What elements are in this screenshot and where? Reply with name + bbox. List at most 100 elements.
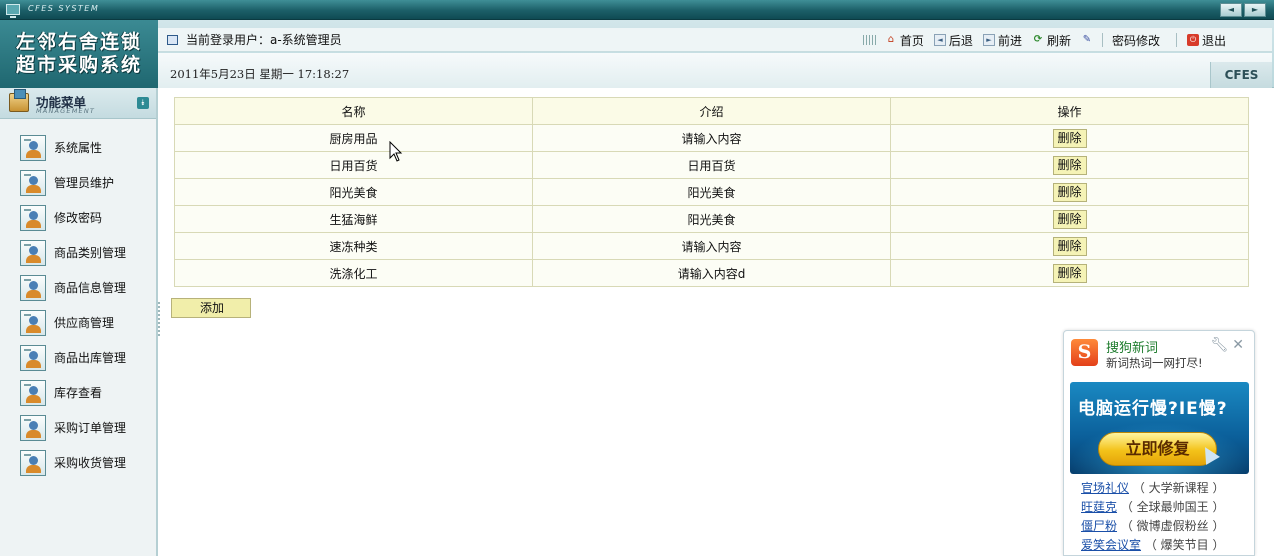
- user-window-icon: [167, 34, 178, 45]
- user-admin-icon: [20, 239, 46, 266]
- delete-button[interactable]: 删除: [1052, 155, 1087, 175]
- cell-name: 厨房用品: [174, 124, 533, 152]
- date-bar: 2011年5月23日 星期一 17:18:27 CFES: [158, 53, 1272, 88]
- column-header-name: 名称: [174, 97, 533, 125]
- cell-intro: 请输入内容: [532, 124, 891, 152]
- table-row: 生猛海鲜 阳光美食 删除: [174, 205, 1249, 233]
- home-icon: ⌂: [887, 34, 895, 45]
- sidebar-item-label: 管理员维护: [54, 176, 115, 190]
- sidebar-item-supplier-management[interactable]: 供应商管理: [0, 305, 156, 340]
- change-password-label: 密码修改: [1111, 33, 1160, 48]
- hot-word-list: 官场礼仪 （ 大学新课程 ） 旺莛克 （ 全球最帅国王 ） 僵尸粉 （ 微博虚假…: [1081, 479, 1224, 555]
- hot-word-link[interactable]: 僵尸粉: [1081, 519, 1117, 533]
- sidebar-item-stock-out[interactable]: 商品出库管理: [0, 340, 156, 375]
- monitor-icon: [6, 4, 20, 18]
- delete-button[interactable]: 删除: [1052, 209, 1087, 229]
- sidebar-item-label: 采购订单管理: [54, 421, 127, 435]
- delete-button[interactable]: 删除: [1052, 236, 1087, 256]
- user-admin-icon: [20, 204, 46, 231]
- refresh-label: 刷新: [1046, 33, 1071, 48]
- forward-label: 前进: [997, 33, 1022, 48]
- sogou-newword-popup: S 搜狗新词 新词热词一网打尽! 🔧︎ ✕ 电脑运行慢?IE慢? 立即修复 官场…: [1063, 330, 1255, 556]
- sidebar-item-category-management[interactable]: 商品类别管理: [0, 235, 156, 270]
- user-admin-icon: [20, 169, 46, 196]
- user-admin-icon: [20, 134, 46, 161]
- column-header-intro: 介绍: [532, 97, 891, 125]
- sidebar: 功能菜单 MANAGEMENT ⯯ 系统属性 管理员维护 修改密码 商品类别管理…: [0, 88, 162, 556]
- hot-word-link[interactable]: 旺莛克: [1081, 500, 1117, 514]
- ad-banner[interactable]: 电脑运行慢?IE慢? 立即修复: [1070, 382, 1249, 474]
- cell-name: 生猛海鲜: [174, 205, 533, 233]
- table-row: 速冻种类 请输入内容 删除: [174, 232, 1249, 260]
- change-password-button[interactable]: ✎ 密码修改: [1081, 32, 1160, 49]
- cell-name: 洗涤化工: [174, 259, 533, 287]
- popup-title: 搜狗新词: [1106, 341, 1159, 356]
- window-nav-buttons: ◄ ►: [1220, 3, 1266, 17]
- cell-name: 阳光美食: [174, 178, 533, 206]
- sidebar-item-label: 采购收货管理: [54, 456, 127, 470]
- menu-folder-icon: [9, 89, 29, 112]
- wrench-icon[interactable]: 🔧︎: [1210, 337, 1228, 353]
- logout-label: 退出: [1201, 33, 1226, 48]
- column-header-action: 操作: [890, 97, 1249, 125]
- user-bar: 当前登录用户：a-系统管理员 ⌂ 首页 ◄ 后退 ► 前进 ⟳ 刷新 ✎ 密码修…: [158, 28, 1272, 52]
- menu-header: 功能菜单 MANAGEMENT ⯯: [0, 88, 156, 119]
- logout-button[interactable]: ⏻ 退出: [1186, 32, 1226, 49]
- cell-intro: 阳光美食: [532, 178, 891, 206]
- sidebar-item-product-info[interactable]: 商品信息管理: [0, 270, 156, 305]
- sidebar-item-purchase-receiving[interactable]: 采购收货管理: [0, 445, 156, 480]
- close-icon[interactable]: ✕: [1232, 337, 1244, 353]
- exit-icon: ⏻: [1186, 34, 1199, 46]
- user-admin-icon: [20, 274, 46, 301]
- table-row: 阳光美食 阳光美食 删除: [174, 178, 1249, 206]
- window-title: CFES SYSTEM: [28, 4, 100, 13]
- sidebar-item-label: 库存查看: [54, 386, 103, 400]
- cell-intro: 日用百货: [532, 151, 891, 179]
- chevron-down-icon[interactable]: ⯯: [137, 97, 149, 109]
- back-button[interactable]: ◄ 后退: [933, 32, 973, 49]
- sidebar-item-admin-maintenance[interactable]: 管理员维护: [0, 165, 156, 200]
- refresh-button[interactable]: ⟳ 刷新: [1032, 32, 1071, 49]
- toolbar-divider: [1101, 33, 1103, 47]
- back-label: 后退: [948, 33, 973, 48]
- prev-arrow-button[interactable]: ◄: [1220, 3, 1242, 17]
- sidebar-item-label: 商品类别管理: [54, 246, 127, 260]
- delete-button[interactable]: 删除: [1052, 263, 1087, 283]
- mouse-cursor-icon: [389, 141, 403, 162]
- sidebar-item-label: 修改密码: [54, 211, 103, 225]
- cell-name: 日用百货: [174, 151, 533, 179]
- table-row: 日用百货 日用百货 删除: [174, 151, 1249, 179]
- list-item: 旺莛克 （ 全球最帅国王 ）: [1081, 498, 1224, 517]
- cell-intro: 阳光美食: [532, 205, 891, 233]
- hot-word-note: （ 全球最帅国王 ）: [1120, 500, 1225, 514]
- sidebar-item-inventory[interactable]: 库存查看: [0, 375, 156, 410]
- category-table: 名称 介绍 操作 厨房用品 请输入内容 删除 日用百货 日用百货 删除 阳光美食…: [174, 97, 1249, 287]
- hot-word-link[interactable]: 爱笑会议室: [1081, 538, 1141, 552]
- sidebar-item-system-properties[interactable]: 系统属性: [0, 130, 156, 165]
- forward-button[interactable]: ► 前进: [982, 32, 1022, 49]
- edit-icon: ✎: [1082, 34, 1092, 45]
- window-titlebar: CFES SYSTEM ◄ ►: [0, 0, 1274, 20]
- toolbar-divider: [1175, 33, 1177, 47]
- cell-action: 删除: [890, 232, 1249, 260]
- app-logo: 左邻右舍连锁 超市采购系统: [0, 20, 158, 88]
- add-button[interactable]: 添加: [171, 298, 251, 318]
- list-item: 官场礼仪 （ 大学新课程 ）: [1081, 479, 1224, 498]
- cell-intro: 请输入内容: [532, 232, 891, 260]
- sidebar-item-change-password[interactable]: 修改密码: [0, 200, 156, 235]
- sidebar-item-label: 商品出库管理: [54, 351, 127, 365]
- hot-word-link[interactable]: 官场礼仪: [1081, 481, 1129, 495]
- cell-action: 删除: [890, 205, 1249, 233]
- user-admin-icon: [20, 449, 46, 476]
- cell-action: 删除: [890, 124, 1249, 152]
- sogou-logo-icon: S: [1071, 339, 1098, 366]
- current-user-label: 当前登录用户：a-系统管理员: [186, 33, 342, 47]
- logo-line-2: 超市采购系统: [15, 54, 142, 76]
- cell-action: 删除: [890, 259, 1249, 287]
- next-arrow-button[interactable]: ►: [1244, 3, 1266, 17]
- delete-button[interactable]: 删除: [1052, 128, 1087, 148]
- forward-icon: ►: [982, 34, 995, 46]
- delete-button[interactable]: 删除: [1052, 182, 1087, 202]
- sidebar-item-purchase-orders[interactable]: 采购订单管理: [0, 410, 156, 445]
- home-button[interactable]: ⌂ 首页: [885, 32, 924, 49]
